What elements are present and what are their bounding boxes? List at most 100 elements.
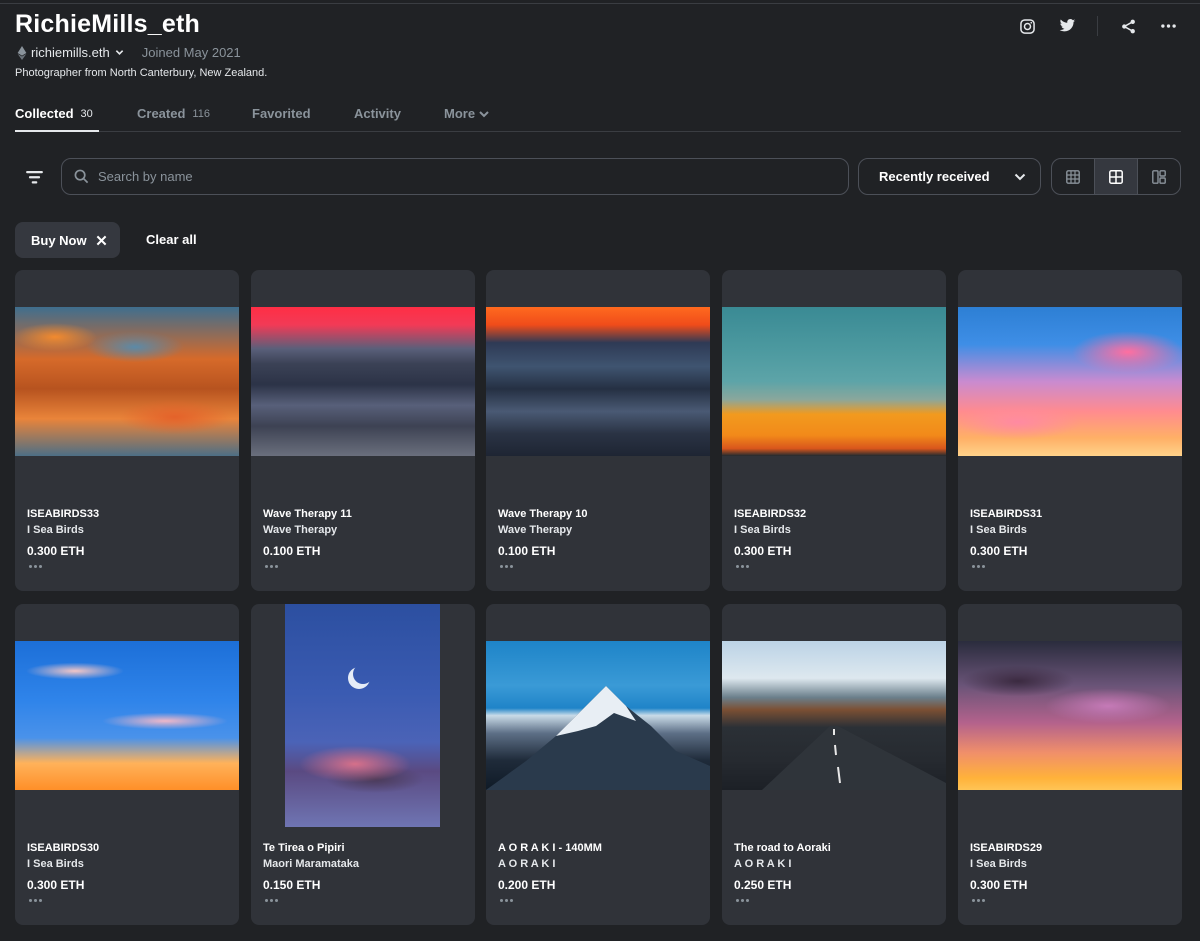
nft-collection: I Sea Birds (734, 524, 791, 536)
tab-more[interactable]: More (444, 106, 489, 121)
tab-favorited[interactable]: Favorited (252, 106, 354, 121)
filter-chip-buy-now[interactable]: Buy Now (15, 222, 120, 258)
instagram-icon[interactable] (1017, 16, 1037, 36)
nft-price: 0.300 ETH (970, 544, 1028, 558)
chevron-down-icon[interactable] (115, 48, 124, 57)
search-icon (74, 169, 89, 184)
card-more-icon[interactable] (29, 895, 45, 905)
tab-count: 116 (192, 107, 210, 120)
profile-actions (997, 16, 1178, 36)
nft-card[interactable]: ISEABIRDS33 I Sea Birds 0.300 ETH (15, 270, 239, 591)
nft-collection: I Sea Birds (970, 524, 1027, 536)
tabs-divider (15, 131, 1181, 132)
tab-label: Favorited (252, 106, 311, 121)
active-tab-indicator (15, 130, 99, 132)
grid-medium-view-button[interactable] (1094, 159, 1137, 194)
view-mode-toggle (1051, 158, 1181, 195)
profile-title: RichieMills_eth (15, 10, 200, 38)
grid-large-view-button[interactable] (1052, 159, 1094, 194)
tab-label: Created (137, 106, 186, 121)
nft-collection: I Sea Birds (970, 858, 1027, 870)
nft-card[interactable]: ISEABIRDS31 I Sea Birds 0.300 ETH (958, 270, 1182, 591)
card-more-icon[interactable] (972, 895, 988, 905)
chevron-down-icon (1014, 173, 1026, 180)
sort-dropdown[interactable]: Recently received (858, 158, 1041, 195)
share-icon[interactable] (1118, 16, 1138, 36)
grid-medium-icon (1109, 169, 1123, 184)
mountain-shape (486, 686, 710, 790)
card-more-icon[interactable] (500, 561, 516, 571)
tab-collected[interactable]: Collected 30 (15, 106, 137, 121)
nft-name: Te Tirea o Pipiri (263, 842, 345, 854)
nft-price: 0.300 ETH (970, 878, 1028, 892)
nft-price: 0.250 ETH (734, 878, 792, 892)
nft-card[interactable]: ISEABIRDS29 I Sea Birds 0.300 ETH (958, 604, 1182, 925)
nft-name: ISEABIRDS31 (970, 508, 1043, 520)
nft-card[interactable]: ISEABIRDS30 I Sea Birds 0.300 ETH (15, 604, 239, 925)
nft-name: ISEABIRDS32 (734, 508, 807, 520)
nft-card[interactable]: Wave Therapy 10 Wave Therapy 0.100 ETH (486, 270, 710, 591)
nft-card[interactable]: Wave Therapy 11 Wave Therapy 0.100 ETH (251, 270, 475, 591)
chevron-down-icon (479, 110, 489, 117)
joined-date: Joined May 2021 (141, 45, 241, 60)
clear-all-button[interactable]: Clear all (146, 232, 197, 247)
more-icon[interactable] (1158, 16, 1178, 36)
card-more-icon[interactable] (736, 895, 752, 905)
card-more-icon[interactable] (736, 561, 752, 571)
nft-collection: Wave Therapy (498, 524, 573, 536)
profile-tabs: Collected 30 Created 116 Favorited Activ… (15, 106, 489, 121)
card-more-icon[interactable] (500, 895, 516, 905)
ens-name-dropdown[interactable]: richiemills.eth (31, 45, 110, 60)
nft-price: 0.200 ETH (498, 878, 556, 892)
tab-created[interactable]: Created 116 (137, 106, 252, 121)
nft-image (958, 307, 1182, 456)
nft-name: A O R A K I - 140MM (498, 842, 602, 854)
grid-dense-icon (1152, 169, 1166, 184)
nft-name: Wave Therapy 10 (498, 508, 588, 520)
card-more-icon[interactable] (29, 561, 45, 571)
nft-collection: I Sea Birds (27, 858, 84, 870)
nft-name: Wave Therapy 11 (263, 508, 352, 520)
nft-image (722, 307, 946, 456)
tab-count: 30 (80, 107, 93, 120)
tab-label: Collected (15, 106, 74, 121)
top-divider (0, 3, 1200, 4)
nft-collection: A O R A K I (734, 858, 792, 870)
icon-divider (1097, 16, 1098, 36)
card-more-icon[interactable] (265, 895, 281, 905)
road-shape (762, 726, 946, 790)
nft-price: 0.100 ETH (498, 544, 556, 558)
nft-name: The road to Aoraki (734, 842, 831, 854)
ethereum-icon (17, 45, 27, 60)
tab-label: More (444, 106, 476, 121)
nft-name: ISEABIRDS33 (27, 508, 100, 520)
nft-image (15, 641, 239, 790)
close-icon[interactable] (96, 235, 107, 246)
nft-card[interactable]: Te Tirea o Pipiri Maori Maramataka 0.150… (251, 604, 475, 925)
nft-card[interactable]: ISEABIRDS32 I Sea Birds 0.300 ETH (722, 270, 946, 591)
search-input[interactable] (98, 169, 798, 184)
nft-image (722, 641, 946, 790)
nft-price: 0.300 ETH (27, 544, 85, 558)
nft-image (958, 641, 1182, 790)
nft-card[interactable]: The road to Aoraki A O R A K I 0.250 ETH (722, 604, 946, 925)
nft-name: ISEABIRDS30 (27, 842, 100, 854)
moon-shape (353, 664, 373, 684)
card-more-icon[interactable] (265, 561, 281, 571)
nft-image (251, 307, 475, 456)
nft-collection: Wave Therapy (263, 524, 338, 536)
tab-activity[interactable]: Activity (354, 106, 444, 121)
twitter-icon[interactable] (1057, 16, 1077, 36)
nft-image (15, 307, 239, 456)
nft-price: 0.100 ETH (263, 544, 321, 558)
search-box[interactable] (61, 158, 849, 195)
nft-name: ISEABIRDS29 (970, 842, 1043, 854)
nft-collection: A O R A K I (498, 858, 556, 870)
grid-dense-view-button[interactable] (1137, 159, 1180, 194)
filter-icon[interactable] (24, 168, 44, 186)
nft-card[interactable]: A O R A K I - 140MM A O R A K I 0.200 ET… (486, 604, 710, 925)
nft-collection: I Sea Birds (27, 524, 84, 536)
nft-price: 0.300 ETH (27, 878, 85, 892)
nft-image (486, 307, 710, 456)
card-more-icon[interactable] (972, 561, 988, 571)
